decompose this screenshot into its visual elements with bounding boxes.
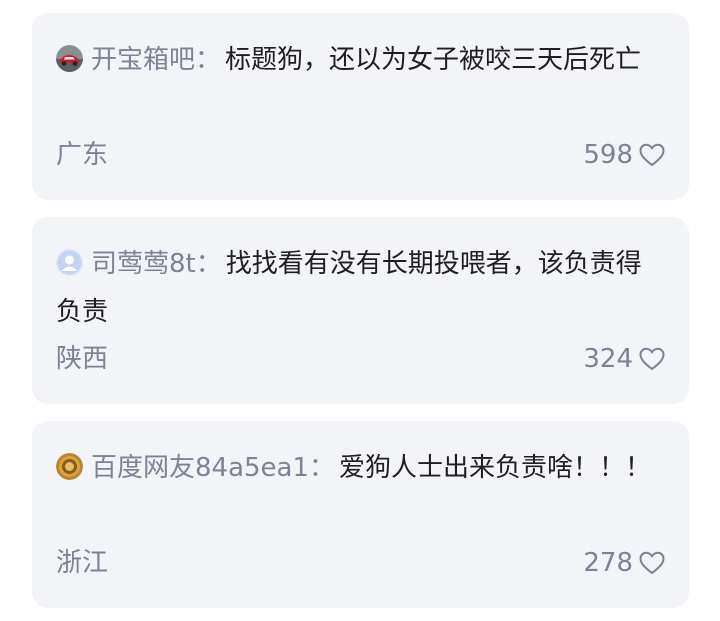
comment-card: 开宝箱吧： 标题狗，还以为女子被咬三天后死亡 广东 598	[32, 13, 689, 200]
comment-text: 爱狗人士出来负责啥！！！	[339, 453, 652, 483]
comment-username[interactable]: 百度网友84a5ea1	[91, 453, 309, 483]
default-user-avatar-icon[interactable]	[56, 249, 83, 276]
like-count: 598	[583, 140, 633, 170]
like-button[interactable]: 598	[583, 137, 665, 173]
heart-icon	[639, 347, 665, 371]
comment-body: 司莺莺8t： 找找看有没有长期投喂者，该负责得负责	[56, 240, 666, 336]
username-separator: ：	[195, 45, 222, 75]
comment-location: 浙江	[56, 548, 109, 578]
heart-icon	[639, 551, 665, 575]
username-separator: ：	[195, 249, 222, 279]
coin-avatar-icon[interactable]	[56, 453, 83, 480]
like-button[interactable]: 324	[583, 341, 665, 377]
like-count: 324	[583, 344, 633, 374]
comment-text: 标题狗，还以为女子被咬三天后死亡	[225, 45, 642, 75]
comment-username[interactable]: 开宝箱吧	[91, 45, 195, 75]
comment-body: 百度网友84a5ea1： 爱狗人士出来负责啥！！！	[56, 444, 666, 492]
username-separator: ：	[309, 453, 336, 483]
like-button[interactable]: 278	[583, 545, 665, 581]
like-count: 278	[583, 548, 633, 578]
comment-location: 广东	[56, 140, 109, 170]
comment-location: 陕西	[56, 344, 109, 374]
comment-card: 百度网友84a5ea1： 爱狗人士出来负责啥！！！ 浙江 278	[32, 421, 689, 608]
comment-body: 开宝箱吧： 标题狗，还以为女子被咬三天后死亡	[56, 36, 666, 84]
comment-username[interactable]: 司莺莺8t	[91, 249, 196, 279]
car-avatar-icon[interactable]	[56, 45, 83, 72]
heart-icon	[639, 143, 665, 167]
comment-card: 司莺莺8t： 找找看有没有长期投喂者，该负责得负责 陕西 324	[32, 217, 689, 404]
